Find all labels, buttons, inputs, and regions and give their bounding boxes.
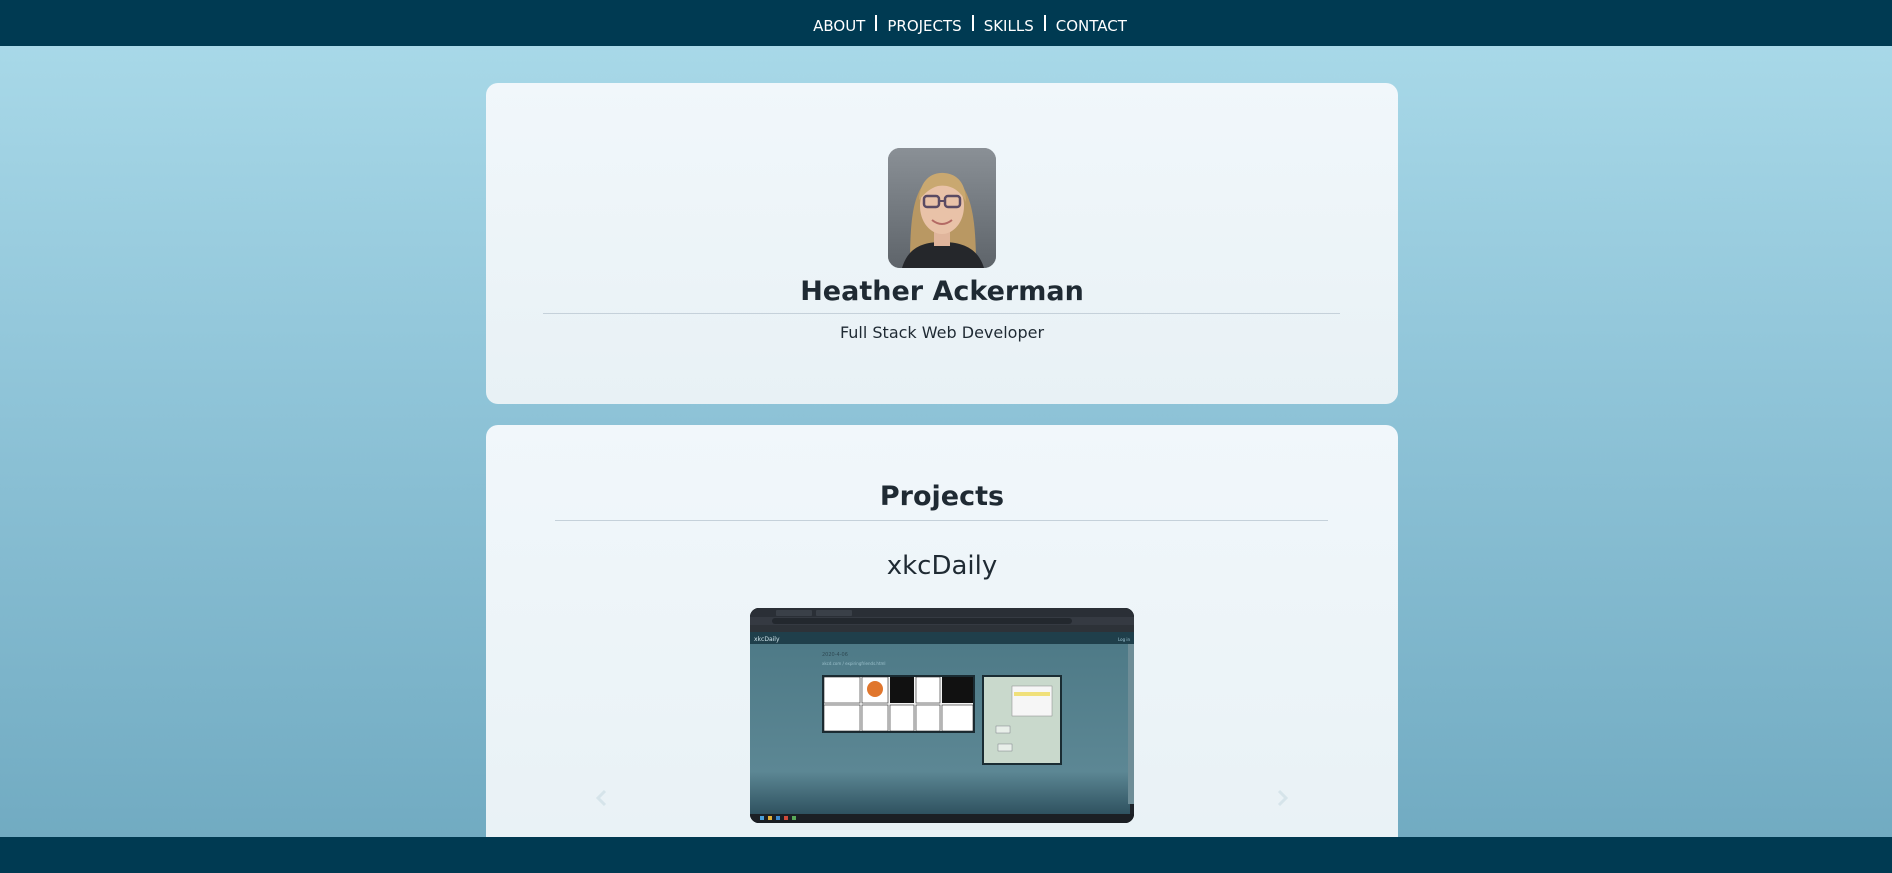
- screenshot-app-name: xkcDaily: [754, 636, 780, 643]
- project-screenshot[interactable]: xkcDaily Log in 2020-4-06 xkcd.com / exp…: [750, 608, 1134, 823]
- project-title: xkcDaily: [886, 551, 998, 581]
- nav-links: ABOUT PROJECTS SKILLS CONTACT: [813, 11, 1127, 35]
- nav-separator: [875, 15, 878, 31]
- nav-link-contact[interactable]: CONTACT: [1056, 17, 1127, 35]
- about-card: Heather Ackerman Full Stack Web Develope…: [486, 83, 1398, 404]
- profile-name: Heather Ackerman: [800, 276, 1084, 307]
- projects-heading: Projects: [879, 481, 1005, 512]
- divider: [543, 313, 1340, 314]
- screenshot-login-link: Log in: [1118, 637, 1131, 642]
- nav-link-skills[interactable]: SKILLS: [984, 17, 1034, 35]
- avatar: [888, 148, 996, 268]
- projects-card: Projects xkcDaily xkcDaily Log in 2020-4: [486, 425, 1398, 873]
- chevron-right-icon[interactable]: [1272, 788, 1292, 808]
- nav-link-projects[interactable]: PROJECTS: [887, 17, 961, 35]
- footer-bar: [0, 837, 1892, 873]
- screenshot-date: 2020-4-06: [822, 652, 848, 658]
- profile-role: Full Stack Web Developer: [839, 323, 1045, 342]
- chevron-left-icon[interactable]: [592, 788, 612, 808]
- divider: [555, 520, 1328, 521]
- nav-separator: [1043, 15, 1046, 31]
- profile-photo-icon: [888, 148, 996, 268]
- screenshot-image: xkcDaily Log in 2020-4-06 xkcd.com / exp…: [750, 608, 1134, 823]
- top-navbar: ABOUT PROJECTS SKILLS CONTACT: [0, 0, 1892, 46]
- screenshot-url: xkcd.com / expiringfriends.html: [822, 661, 886, 666]
- nav-link-about[interactable]: ABOUT: [813, 17, 865, 35]
- nav-separator: [971, 15, 974, 31]
